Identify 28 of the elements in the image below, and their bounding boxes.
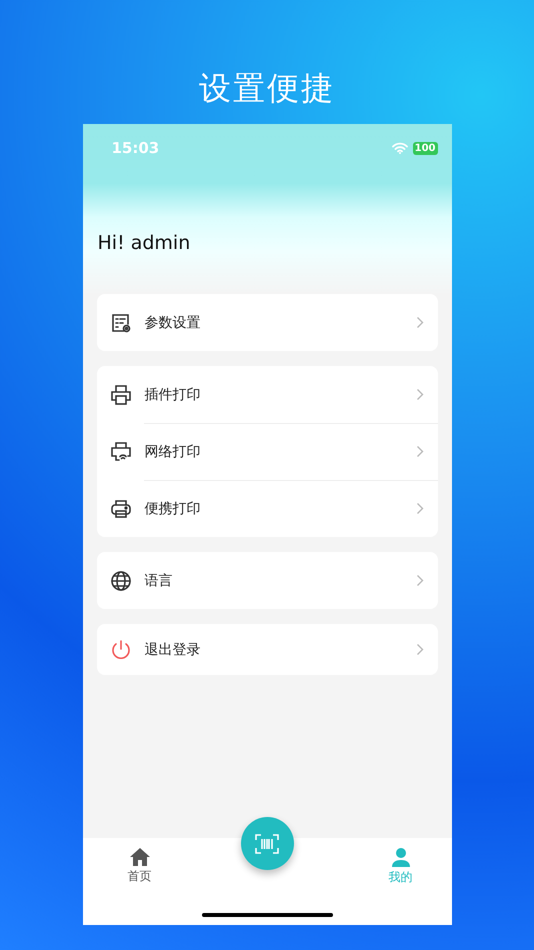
battery-level: 100 xyxy=(412,142,438,154)
printer-icon xyxy=(110,498,132,520)
barcode-scan-icon xyxy=(255,834,279,854)
chevron-icon xyxy=(416,388,424,401)
menu-item[interactable]: 插件打印 xyxy=(96,366,438,423)
globe-icon xyxy=(110,570,132,592)
settings-list-icon xyxy=(110,312,132,334)
chevron-icon xyxy=(416,316,424,329)
person-icon xyxy=(392,848,410,867)
menu-item[interactable]: 便携打印 xyxy=(96,480,438,537)
menu-item[interactable]: 网络打印 xyxy=(96,423,438,480)
chevron-icon xyxy=(416,574,424,587)
menu-item[interactable]: 语言 xyxy=(96,552,438,609)
greeting: Hi! admin xyxy=(98,232,192,254)
power-icon xyxy=(110,638,132,660)
scan-button[interactable] xyxy=(240,817,294,870)
chevron-icon xyxy=(416,643,424,656)
chevron-icon xyxy=(416,445,424,458)
wifi-printer-icon xyxy=(110,440,132,462)
menu-item[interactable]: 退出登录 xyxy=(96,624,438,675)
headline: 设置便捷 xyxy=(199,68,335,109)
wifi-icon xyxy=(392,142,408,154)
tab-item[interactable]: 首页 xyxy=(122,838,156,886)
printer-icon xyxy=(110,384,132,406)
home-icon xyxy=(130,848,150,866)
status-time: 15:03 xyxy=(112,139,160,157)
menu-item[interactable]: 参数设置 xyxy=(96,294,438,351)
chevron-icon xyxy=(416,502,424,515)
